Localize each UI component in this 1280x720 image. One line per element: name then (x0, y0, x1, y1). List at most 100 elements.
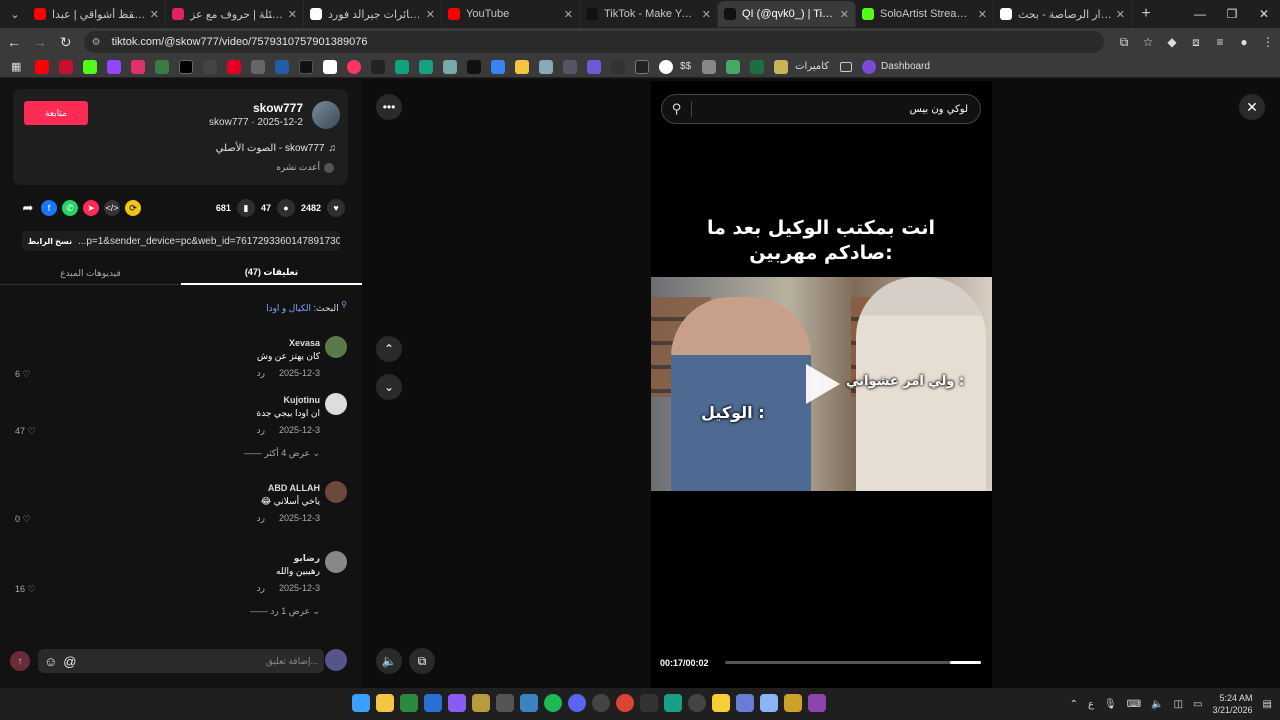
file-explorer-icon[interactable] (376, 694, 394, 712)
heart-icon[interactable]: ♥ (327, 199, 345, 217)
bookmark-green-icon[interactable] (395, 59, 409, 74)
bookmark-google-icon[interactable] (659, 59, 673, 74)
volume-icon[interactable]: 🔈 (376, 648, 402, 674)
bookmark-x-icon[interactable] (179, 59, 193, 74)
tab-close-icon[interactable]: ✕ (840, 8, 849, 21)
comment-reply[interactable]: رد (257, 368, 265, 379)
forward-icon[interactable]: → (28, 30, 52, 54)
mic-icon[interactable]: 🎙 (1104, 699, 1117, 710)
bookmark-mail-icon[interactable] (563, 59, 577, 74)
tab-close-icon[interactable]: ✕ (426, 8, 435, 21)
bookmark-dashboard[interactable]: Dashboard (881, 61, 930, 72)
comment-author[interactable]: رضابو (294, 553, 320, 564)
browser-tab[interactable]: دوار الرصاصة - بحث Google ✕ (994, 1, 1132, 27)
comment-like[interactable]: 0 ♡ (15, 514, 31, 525)
copy-link-button[interactable]: نسخ الرابط (22, 237, 78, 246)
bookmark-grid-icon[interactable] (203, 59, 217, 74)
app-green-icon[interactable] (400, 694, 418, 712)
app-x-icon[interactable] (640, 694, 658, 712)
tab-close-icon[interactable]: ✕ (978, 8, 987, 21)
bookmark-yellow-icon[interactable] (515, 59, 529, 74)
music-line[interactable]: الصوت الأصلي - skow777 ♫ (216, 143, 336, 154)
video-player[interactable]: ⚲ انت بمكتب الوكيل بعد ما صادكم مهربين: … (651, 81, 992, 688)
comment-like[interactable]: 47 ♡ (15, 426, 36, 437)
close-window-icon[interactable]: ✕ (1248, 0, 1280, 28)
bookmark-notes-icon[interactable] (774, 59, 789, 74)
pip-icon[interactable]: ⧉ (409, 648, 435, 674)
notifications-icon[interactable]: ▤ (1263, 699, 1272, 710)
browser-tab[interactable]: حاملة الطائرات جيرالد فورد ✕ (304, 1, 442, 27)
tab-close-icon[interactable]: ✕ (150, 8, 159, 21)
bookmark-img-icon[interactable] (702, 59, 717, 74)
comment-reply[interactable]: رد (257, 425, 265, 436)
start-icon[interactable] (352, 694, 370, 712)
share-url[interactable]: ...p=1&sender_device=pc&web_id=761729336… (78, 236, 340, 247)
bookmark-doc-icon[interactable] (443, 59, 457, 74)
browser-tab[interactable]: يا حلماً أيقظ أشواقي | عبدا ✕ (28, 1, 166, 27)
follow-button[interactable]: متابعة (24, 101, 88, 125)
app-purple-icon[interactable] (808, 694, 826, 712)
comment-avatar[interactable] (325, 481, 347, 503)
tab-close-icon[interactable]: ✕ (564, 8, 573, 21)
whatsapp-icon[interactable]: ✆ (62, 200, 78, 216)
extension-icon[interactable]: ◆ (1160, 35, 1184, 49)
browser-tab[interactable]: بوابة الأسئلة | حروف مع عز ✕ (166, 1, 304, 27)
send-icon[interactable]: ➤ (83, 200, 99, 216)
next-video-icon[interactable]: ⌄ (376, 374, 402, 400)
bookmark-black-icon[interactable] (467, 59, 481, 74)
bookmark-tiktok-icon[interactable] (299, 59, 313, 74)
chrome-icon[interactable] (616, 694, 634, 712)
browser-tab[interactable]: TikTok - Make Your Day ✕ (580, 1, 718, 27)
menu-icon[interactable]: ⋮ (1256, 35, 1280, 49)
bookmark-blue-icon[interactable] (491, 59, 505, 74)
creator-name[interactable]: skow777 (253, 101, 303, 115)
battery-icon[interactable]: ▭ (1193, 699, 1202, 710)
progress-bar[interactable] (725, 661, 981, 664)
bookmark-cameras[interactable]: كاميرات (795, 61, 829, 72)
app-tools-icon[interactable] (472, 694, 490, 712)
clock[interactable]: 5:24 AM 3/21/2026 (1213, 692, 1253, 716)
app-4k-icon[interactable] (496, 694, 514, 712)
app-window-icon[interactable] (760, 694, 778, 712)
comment-author[interactable]: Xevasa (289, 338, 320, 348)
apps-grid-icon[interactable]: ▦ (11, 60, 25, 74)
comment-avatar[interactable] (325, 336, 347, 358)
profile-avatar[interactable]: ● (1232, 35, 1256, 49)
new-tab-button[interactable]: + (1132, 5, 1160, 23)
language-indicator[interactable]: ع (1088, 699, 1094, 710)
bookmark-t-icon[interactable] (323, 59, 337, 74)
user-avatar[interactable] (325, 649, 347, 671)
bookmark-link-icon[interactable] (251, 59, 265, 74)
search-icon[interactable]: ⚲ (662, 101, 692, 117)
extensions-puzzle-icon[interactable]: ⧈ (1184, 35, 1208, 50)
url-field[interactable]: ⚙ tiktok.com/@skow777/video/757931075790… (83, 31, 1104, 53)
tab-close-icon[interactable]: ✕ (1116, 8, 1125, 21)
media-icon[interactable]: ≡ (1208, 35, 1232, 49)
restore-icon[interactable]: ❐ (1216, 0, 1248, 28)
keyboard-icon[interactable]: ⌨ (1127, 699, 1141, 710)
more-options-icon[interactable]: ••• (376, 94, 402, 120)
mail-icon[interactable] (424, 694, 442, 712)
bookmark-dollar[interactable]: $$ (680, 61, 691, 72)
install-app-icon[interactable]: ⧉ (1112, 35, 1136, 50)
tray-chevron-icon[interactable]: ⌃ (1070, 699, 1078, 710)
tab-creator-videos[interactable]: فيديوهات المبدع (0, 261, 181, 285)
browser-tab[interactable]: YouTube ✕ (442, 1, 580, 27)
speaker-icon[interactable]: 🔈 (1151, 699, 1163, 710)
browser-tab[interactable]: SoloArtist Stream - Watch ✕ (856, 1, 994, 27)
browser-tab[interactable]: QI (@qvk0_) | TikTok ✕ (718, 1, 856, 27)
comment-reply[interactable]: رد (257, 583, 265, 594)
comment-author[interactable]: Kujotinu (284, 395, 321, 405)
bookmark-instagram-icon[interactable] (131, 59, 145, 74)
spotify-icon[interactable] (544, 694, 562, 712)
bookmark-red-icon[interactable] (59, 59, 73, 74)
bookmark-fire-icon[interactable] (611, 59, 625, 74)
bookmark-b-icon[interactable] (635, 59, 649, 74)
comment-reply[interactable]: رد (257, 513, 265, 524)
bookmark-icon[interactable]: ▮ (236, 199, 255, 217)
app-people-icon[interactable] (736, 694, 754, 712)
video-search-input[interactable] (692, 103, 980, 115)
bookmark-pinterest-icon[interactable] (227, 59, 241, 74)
tab-comments[interactable]: تعليقات (47) (181, 261, 362, 285)
comment-input[interactable]: ☺ @ إضافة تعليق... (38, 649, 324, 673)
